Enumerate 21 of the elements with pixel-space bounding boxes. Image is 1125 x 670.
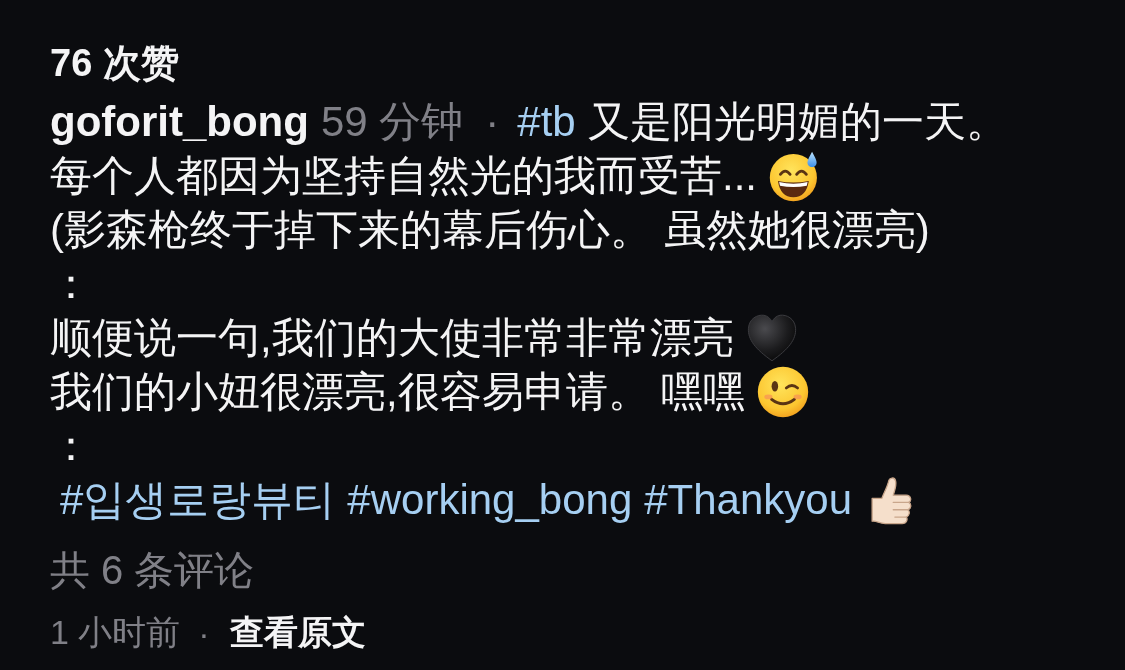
caption-text: ：	[50, 259, 92, 309]
hashtag-link[interactable]: #입생로랑뷰티	[60, 473, 336, 527]
post-age: 1 小时前	[50, 612, 181, 653]
comments-count-link[interactable]: 共 6 条评论	[50, 543, 255, 597]
separator: ·	[198, 613, 210, 653]
heart-icon	[745, 312, 798, 364]
caption-text: 每个人都因为坚持自然光的我而受苦...	[50, 151, 757, 201]
caption-text: (影森枪终于掉下来的幕后伤心。 虽然她很漂亮)	[50, 205, 930, 255]
winking-face-icon	[757, 366, 810, 418]
caption-text: ：	[50, 421, 92, 471]
username-link[interactable]: goforit_bong	[50, 95, 309, 149]
separator: ·	[485, 97, 500, 147]
hashtag-link[interactable]: #tb	[517, 95, 576, 149]
post-time: 59 分钟	[320, 97, 464, 147]
view-original-link[interactable]: 查看原文	[229, 610, 366, 656]
caption-text: 我们的小妞很漂亮,很容易申请。 嘿嘿	[50, 367, 746, 417]
caption-text: 又是阳光明媚的一天。	[587, 97, 1008, 147]
hashtag-link[interactable]: #working_bong	[347, 473, 633, 527]
caption-text: 顺便说一句,我们的大使非常非常漂亮	[50, 313, 734, 363]
hashtag-link[interactable]: #Thankyou	[644, 473, 853, 527]
likes-count[interactable]: 76 次赞	[50, 36, 179, 90]
